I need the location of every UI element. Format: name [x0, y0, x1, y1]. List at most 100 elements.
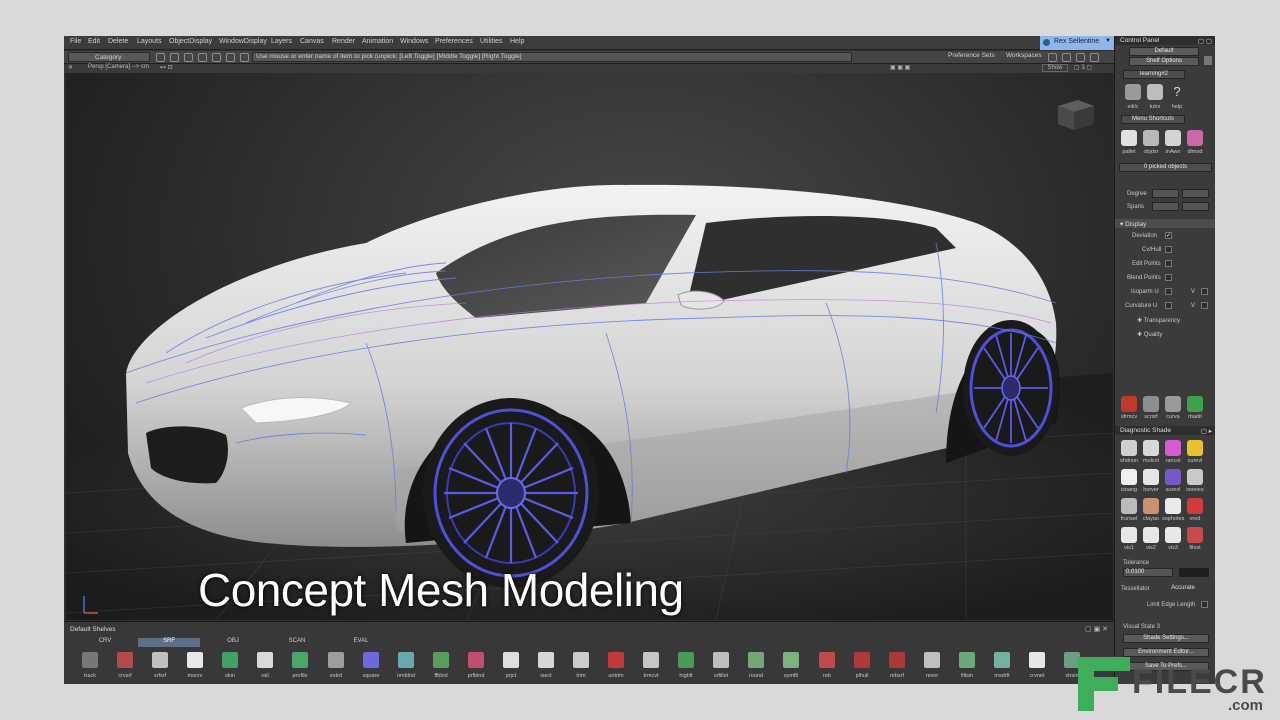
random-color-icon[interactable] — [1165, 440, 1181, 456]
pick-object-icon[interactable] — [156, 53, 165, 62]
pick-component-icon[interactable] — [226, 53, 235, 62]
cv-hull-checkbox[interactable] — [1165, 246, 1172, 253]
display-header[interactable]: ▾ Display — [1115, 219, 1215, 228]
help-icon[interactable]: ? — [1169, 84, 1185, 100]
scratch-surface-icon[interactable] — [1143, 396, 1159, 412]
layout-icon[interactable] — [1048, 53, 1057, 62]
shade-settings-button[interactable]: Shade Settings... — [1123, 634, 1209, 643]
workspaces-button[interactable]: Workspaces — [1006, 52, 1042, 59]
pick-edit-icon[interactable] — [198, 53, 207, 62]
shelf-tool-square-icon[interactable] — [363, 652, 379, 668]
pick-curve-icon[interactable] — [184, 53, 193, 62]
shelf-tool-ffblnd-icon[interactable] — [433, 652, 449, 668]
perspective-viewport[interactable]: Concept Mesh Modeling — [66, 73, 1113, 620]
shade-off-icon[interactable] — [1121, 440, 1137, 456]
menu-delete[interactable]: Delete — [108, 38, 128, 45]
edit-icon[interactable] — [1187, 396, 1203, 412]
menu-objectdisplay[interactable]: ObjectDisplay — [169, 38, 212, 45]
shelf-tool-skin-icon[interactable] — [222, 652, 238, 668]
shelf-tool-rebsrf-icon[interactable] — [889, 652, 905, 668]
preference-sets-button[interactable]: Preference Sets — [948, 52, 995, 59]
degree-field[interactable] — [1152, 189, 1179, 198]
menu-windows[interactable]: Windows — [400, 38, 428, 45]
shelf-tool-fillsin-icon[interactable] — [959, 652, 975, 668]
clay-icon[interactable] — [1143, 498, 1159, 514]
shelf-tool-untrim-icon[interactable] — [608, 652, 624, 668]
shelf-tool-round-icon[interactable] — [748, 652, 764, 668]
shelf-tool-isect-icon[interactable] — [538, 652, 554, 668]
object-icon[interactable] — [1143, 130, 1159, 146]
isoangle-icon[interactable] — [1121, 469, 1137, 485]
close-viewport-icon[interactable]: ✕ — [68, 64, 73, 71]
vis3-icon[interactable] — [1165, 527, 1181, 543]
shelf-tool-srfsrf-icon[interactable] — [152, 652, 168, 668]
spans-field[interactable] — [1152, 202, 1179, 211]
shelf-tool-srfillet-icon[interactable] — [713, 652, 729, 668]
surface-cv-icon[interactable] — [1121, 396, 1137, 412]
pick-template-icon[interactable] — [240, 53, 249, 62]
menu-animation[interactable]: Animation — [362, 38, 393, 45]
curvature-u-checkbox[interactable] — [1165, 302, 1172, 309]
shelf-tool-profile-icon[interactable] — [292, 652, 308, 668]
menu-canvas[interactable]: Canvas — [300, 38, 324, 45]
curvature-eval-icon[interactable] — [1187, 440, 1203, 456]
isophotes-icon[interactable] — [1165, 498, 1181, 514]
shelf-tool-revor-icon[interactable] — [924, 652, 940, 668]
pallet-icon[interactable] — [1121, 130, 1137, 146]
brush-icon[interactable] — [1125, 84, 1141, 100]
category-dropdown[interactable]: Category — [68, 52, 150, 62]
isoparm-v-checkbox[interactable] — [1201, 288, 1208, 295]
show-button[interactable]: Show — [1042, 64, 1068, 72]
shelf-tool-trim-icon[interactable] — [573, 652, 589, 668]
shelf-tool-nmblnd-icon[interactable] — [398, 652, 414, 668]
shelves-window-icons[interactable]: ▢ ▣ ✕ — [1085, 625, 1108, 633]
vred-icon[interactable] — [1187, 498, 1203, 514]
multicolor-icon[interactable] — [1143, 440, 1159, 456]
surface-eval-icon[interactable] — [1165, 469, 1181, 485]
isoetes-icon[interactable] — [1187, 469, 1203, 485]
preset-dropdown[interactable]: Default — [1129, 47, 1199, 56]
isoparm-u-checkbox[interactable] — [1165, 288, 1172, 295]
shelf-tool-crvnet-icon[interactable] — [1029, 652, 1045, 668]
deviation-checkbox[interactable]: ✓ — [1165, 232, 1172, 239]
menu-help[interactable]: Help — [510, 38, 524, 45]
tab-crv[interactable]: CRV — [74, 638, 136, 647]
view-icons[interactable]: ▣ ▣ ▣ — [890, 64, 910, 71]
menu-edit[interactable]: Edit — [88, 38, 100, 45]
file-icon[interactable] — [1187, 527, 1203, 543]
limit-edge-length-checkbox[interactable] — [1201, 601, 1208, 608]
pick-point-icon[interactable] — [212, 53, 221, 62]
tab-eval[interactable]: EVAL — [330, 638, 392, 647]
shelf-tool-track-icon[interactable] — [82, 652, 98, 668]
spans-field-v[interactable] — [1182, 202, 1209, 211]
viewport-controls-icon[interactable]: ▢ 3 ▢ — [1074, 64, 1092, 71]
menu-preferences[interactable]: Preferences — [435, 38, 473, 45]
vis2-icon[interactable] — [1143, 527, 1159, 543]
tunnel-icon[interactable] — [1121, 498, 1137, 514]
shelf-tool-mocrv-icon[interactable] — [187, 652, 203, 668]
shelf-tool-msdrft-icon[interactable] — [994, 652, 1010, 668]
menu-render[interactable]: Render — [332, 38, 355, 45]
menu-windowdisplay[interactable]: WindowDisplay — [219, 38, 267, 45]
trash-icon[interactable] — [1204, 56, 1212, 65]
shelf-options-dropdown[interactable]: Shelf Options — [1129, 57, 1199, 66]
shelf-tool-reb-icon[interactable] — [819, 652, 835, 668]
tab-obj[interactable]: OBJ — [202, 638, 264, 647]
curve-icon[interactable] — [1165, 396, 1181, 412]
tolerance-field[interactable]: 0.0100 — [1123, 568, 1173, 577]
camera-options-icon[interactable]: ⊷ ⊡ — [160, 64, 173, 71]
tolerance-slider[interactable] — [1179, 568, 1209, 577]
shelf-tool-prfblnd-icon[interactable] — [468, 652, 484, 668]
shelf-tool-plhull-icon[interactable] — [854, 652, 870, 668]
menu-layers[interactable]: Layers — [271, 38, 292, 45]
degree-field-v[interactable] — [1182, 189, 1209, 198]
tab-scan[interactable]: SCAN — [266, 638, 328, 647]
shelf-tool-trmcvt-icon[interactable] — [643, 652, 659, 668]
tab-srf[interactable]: SRF — [138, 638, 200, 647]
menu-file[interactable]: File — [70, 38, 81, 45]
horizontal-vertical-icon[interactable] — [1143, 469, 1159, 485]
shelf-tool-rail-icon[interactable] — [257, 652, 273, 668]
user-menu[interactable]: Rex Sellentine ▼ — [1040, 36, 1114, 50]
shelf-name-tab[interactable]: learning#2 — [1123, 70, 1185, 79]
transparency-toggle[interactable]: ✚ Transparency — [1137, 317, 1180, 324]
